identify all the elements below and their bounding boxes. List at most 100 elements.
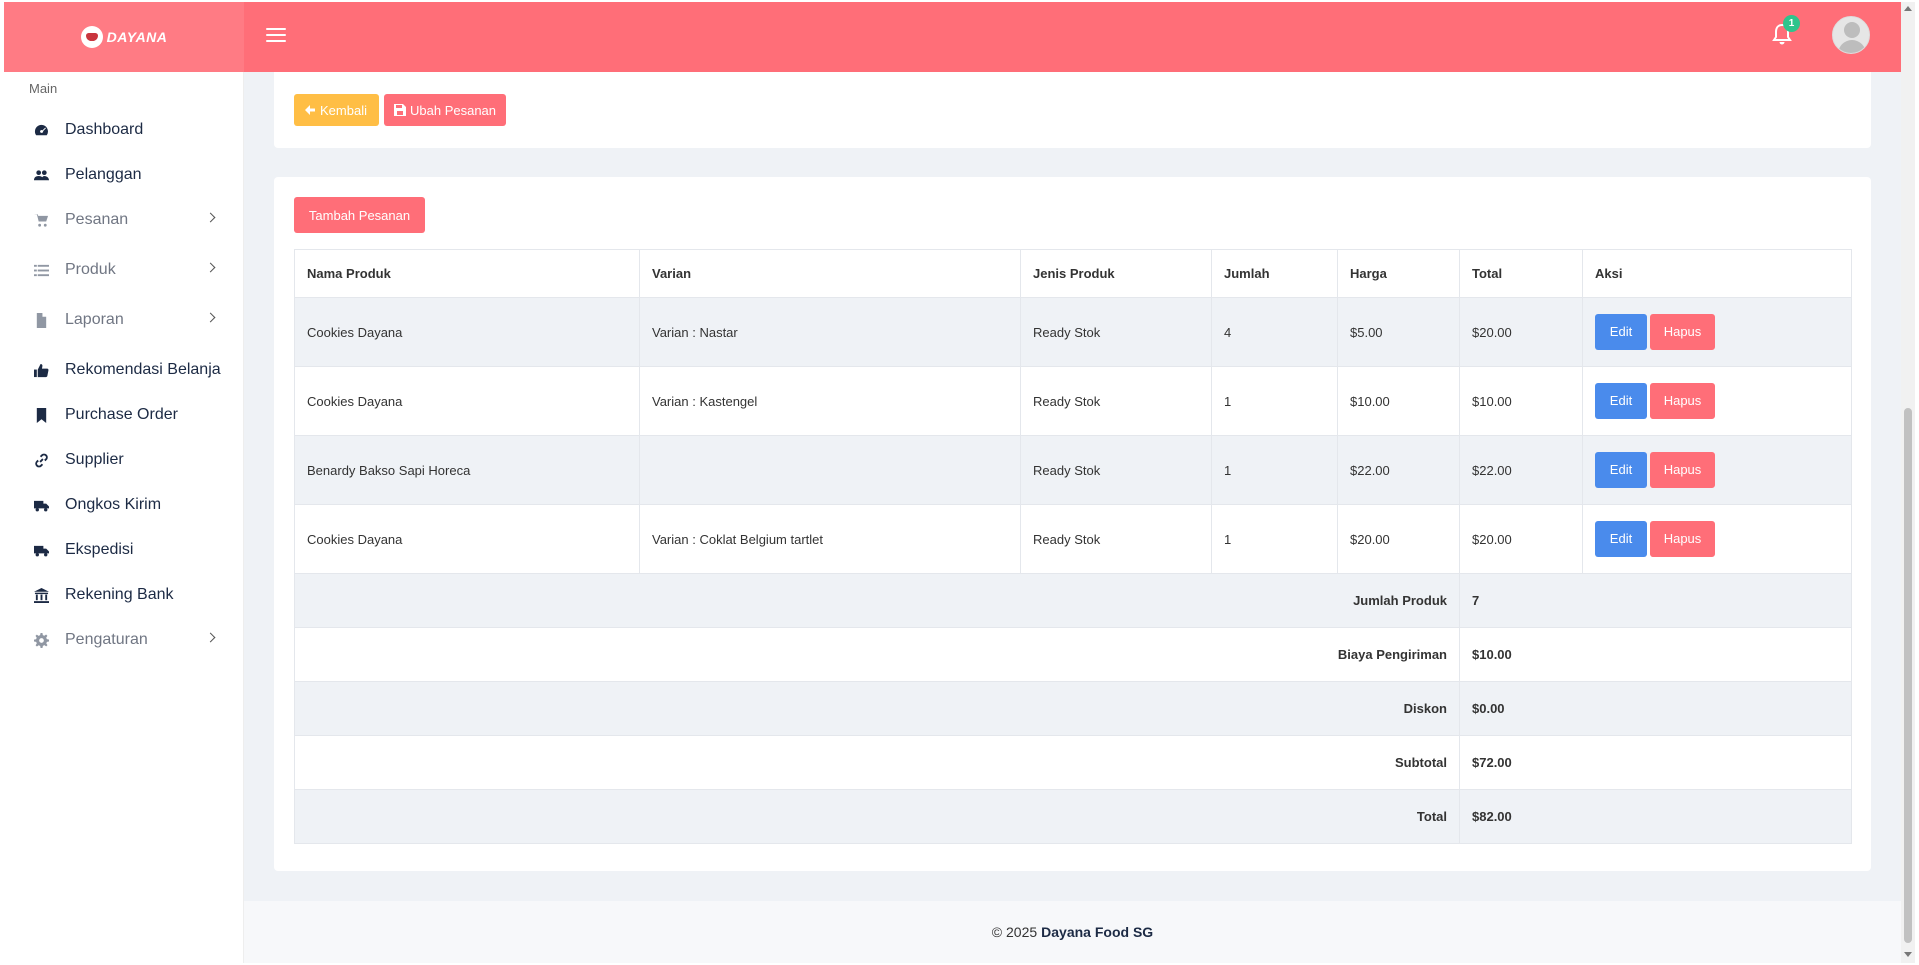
delete-button[interactable]: Hapus	[1650, 452, 1715, 488]
row-actions: Edit Hapus	[1582, 297, 1852, 367]
back-button-label: Kembali	[320, 102, 367, 118]
edit-button[interactable]: Edit	[1595, 452, 1647, 488]
scroll-down-icon[interactable]	[1904, 952, 1912, 957]
add-order-button[interactable]: Tambah Pesanan	[294, 197, 425, 233]
sidebar-item-rekening-bank[interactable]: Rekening Bank	[4, 575, 244, 615]
sidebar-item-rekomendasi-belanja[interactable]: Rekomendasi Belanja	[4, 350, 244, 390]
link-icon	[33, 452, 49, 468]
brand-logo[interactable]: DAYANA	[4, 2, 244, 72]
chevron-right-icon	[205, 262, 216, 273]
product-name: Cookies Dayana	[294, 297, 640, 367]
product-type: Ready Stok	[1020, 366, 1212, 436]
sidebar-item-label: Supplier	[65, 451, 124, 468]
main-content: Kembali Ubah Pesanan Tambah Pesanan Nama…	[244, 72, 1901, 963]
file-icon	[33, 312, 49, 328]
back-button[interactable]: Kembali	[294, 94, 379, 126]
table-row: Benardy Bakso Sapi Horeca Ready Stok 1 $…	[294, 435, 1852, 505]
sidebar-item-supplier[interactable]: Supplier	[4, 440, 244, 480]
footer-company: Dayana Food SG	[1041, 924, 1154, 940]
table-row: Cookies Dayana Varian : Nastar Ready Sto…	[294, 297, 1852, 367]
scroll-up-icon[interactable]	[1904, 6, 1912, 11]
summary-row-jumlah-produk: Jumlah Produk 7	[294, 573, 1852, 628]
column-header: Jenis Produk	[1020, 249, 1212, 298]
update-order-label: Ubah Pesanan	[410, 102, 497, 118]
scrollbar-thumb[interactable]	[1904, 408, 1912, 943]
sidebar-item-label: Pelanggan	[65, 166, 142, 183]
table-row: Cookies Dayana Varian : Coklat Belgium t…	[294, 504, 1852, 574]
menu-toggle-icon[interactable]	[266, 28, 286, 44]
summary-label: Jumlah Produk	[294, 573, 1460, 628]
sidebar-item-pesanan[interactable]: Pesanan	[4, 200, 244, 240]
page-footer: © 2025 Dayana Food SG	[244, 901, 1901, 963]
column-header: Jumlah	[1211, 249, 1338, 298]
summary-value: $0.00	[1459, 681, 1852, 736]
delete-button[interactable]: Hapus	[1650, 314, 1715, 350]
sidebar-item-label: Pesanan	[65, 211, 129, 228]
sidebar-item-produk[interactable]: Produk	[4, 250, 244, 290]
action-card: Kembali Ubah Pesanan	[274, 72, 1871, 148]
sidebar-item-label: Purchase Order	[65, 406, 178, 423]
product-variant: Varian : Nastar	[639, 297, 1021, 367]
edit-button[interactable]: Edit	[1595, 314, 1647, 350]
users-icon	[33, 167, 49, 183]
order-items-table: Nama Produk Varian Jenis Produk Jumlah H…	[294, 249, 1852, 844]
row-actions: Edit Hapus	[1582, 504, 1852, 574]
delete-button[interactable]: Hapus	[1650, 521, 1715, 557]
row-actions: Edit Hapus	[1582, 366, 1852, 436]
delete-button[interactable]: Hapus	[1650, 383, 1715, 419]
sidebar-item-ongkos-kirim[interactable]: Ongkos Kirim	[4, 485, 244, 525]
chevron-right-icon	[205, 312, 216, 323]
summary-label: Diskon	[294, 681, 1460, 736]
sidebar-item-dashboard[interactable]: Dashboard	[4, 110, 244, 150]
edit-button[interactable]: Edit	[1595, 521, 1647, 557]
row-actions: Edit Hapus	[1582, 435, 1852, 505]
sidebar-item-laporan[interactable]: Laporan	[4, 300, 244, 340]
user-avatar[interactable]	[1832, 16, 1870, 54]
summary-label: Biaya Pengiriman	[294, 627, 1460, 682]
bookmark-icon	[33, 407, 49, 423]
summary-label: Subtotal	[294, 735, 1460, 790]
product-type: Ready Stok	[1020, 435, 1212, 505]
chevron-right-icon	[205, 212, 216, 223]
summary-row-total: Total $82.00	[294, 789, 1852, 844]
page-scrollbar[interactable]	[1901, 2, 1915, 963]
table-header-row: Nama Produk Varian Jenis Produk Jumlah H…	[294, 249, 1852, 298]
product-total: $10.00	[1459, 366, 1583, 436]
brand-name: DAYANA	[106, 29, 168, 45]
chevron-right-icon	[205, 632, 216, 643]
product-price: $22.00	[1337, 435, 1460, 505]
summary-row-diskon: Diskon $0.00	[294, 681, 1852, 736]
summary-value: $82.00	[1459, 789, 1852, 844]
column-header: Varian	[639, 249, 1021, 298]
thumbs-up-icon	[33, 362, 49, 378]
sidebar-item-label: Ekspedisi	[65, 541, 134, 558]
product-qty: 1	[1211, 366, 1338, 436]
product-name: Benardy Bakso Sapi Horeca	[294, 435, 640, 505]
edit-button[interactable]: Edit	[1595, 383, 1647, 419]
update-order-button[interactable]: Ubah Pesanan	[384, 94, 506, 126]
sidebar-item-ekspedisi[interactable]: Ekspedisi	[4, 530, 244, 570]
product-price: $5.00	[1337, 297, 1460, 367]
sidebar-item-label: Rekomendasi Belanja	[65, 361, 221, 378]
gear-icon	[33, 632, 49, 648]
footer-copyright: © 2025	[991, 924, 1038, 940]
summary-value: $72.00	[1459, 735, 1852, 790]
sidebar-item-purchase-order[interactable]: Purchase Order	[4, 395, 244, 435]
sidebar-item-pelanggan[interactable]: Pelanggan	[4, 155, 244, 195]
cart-icon	[33, 212, 49, 228]
summary-value: $10.00	[1459, 627, 1852, 682]
arrow-left-icon	[305, 105, 315, 115]
product-price: $10.00	[1337, 366, 1460, 436]
product-type: Ready Stok	[1020, 297, 1212, 367]
sidebar-item-label: Dashboard	[65, 121, 144, 138]
product-price: $20.00	[1337, 504, 1460, 574]
notification-badge: 1	[1783, 15, 1800, 32]
brand-icon	[80, 26, 103, 48]
top-navbar: DAYANA	[4, 2, 1901, 72]
product-name: Cookies Dayana	[294, 366, 640, 436]
product-total: $20.00	[1459, 504, 1583, 574]
sidebar-item-pengaturan[interactable]: Pengaturan	[4, 620, 244, 660]
product-total: $22.00	[1459, 435, 1583, 505]
order-items-card: Tambah Pesanan Nama Produk Varian Jenis …	[274, 177, 1871, 871]
column-header: Nama Produk	[294, 249, 640, 298]
